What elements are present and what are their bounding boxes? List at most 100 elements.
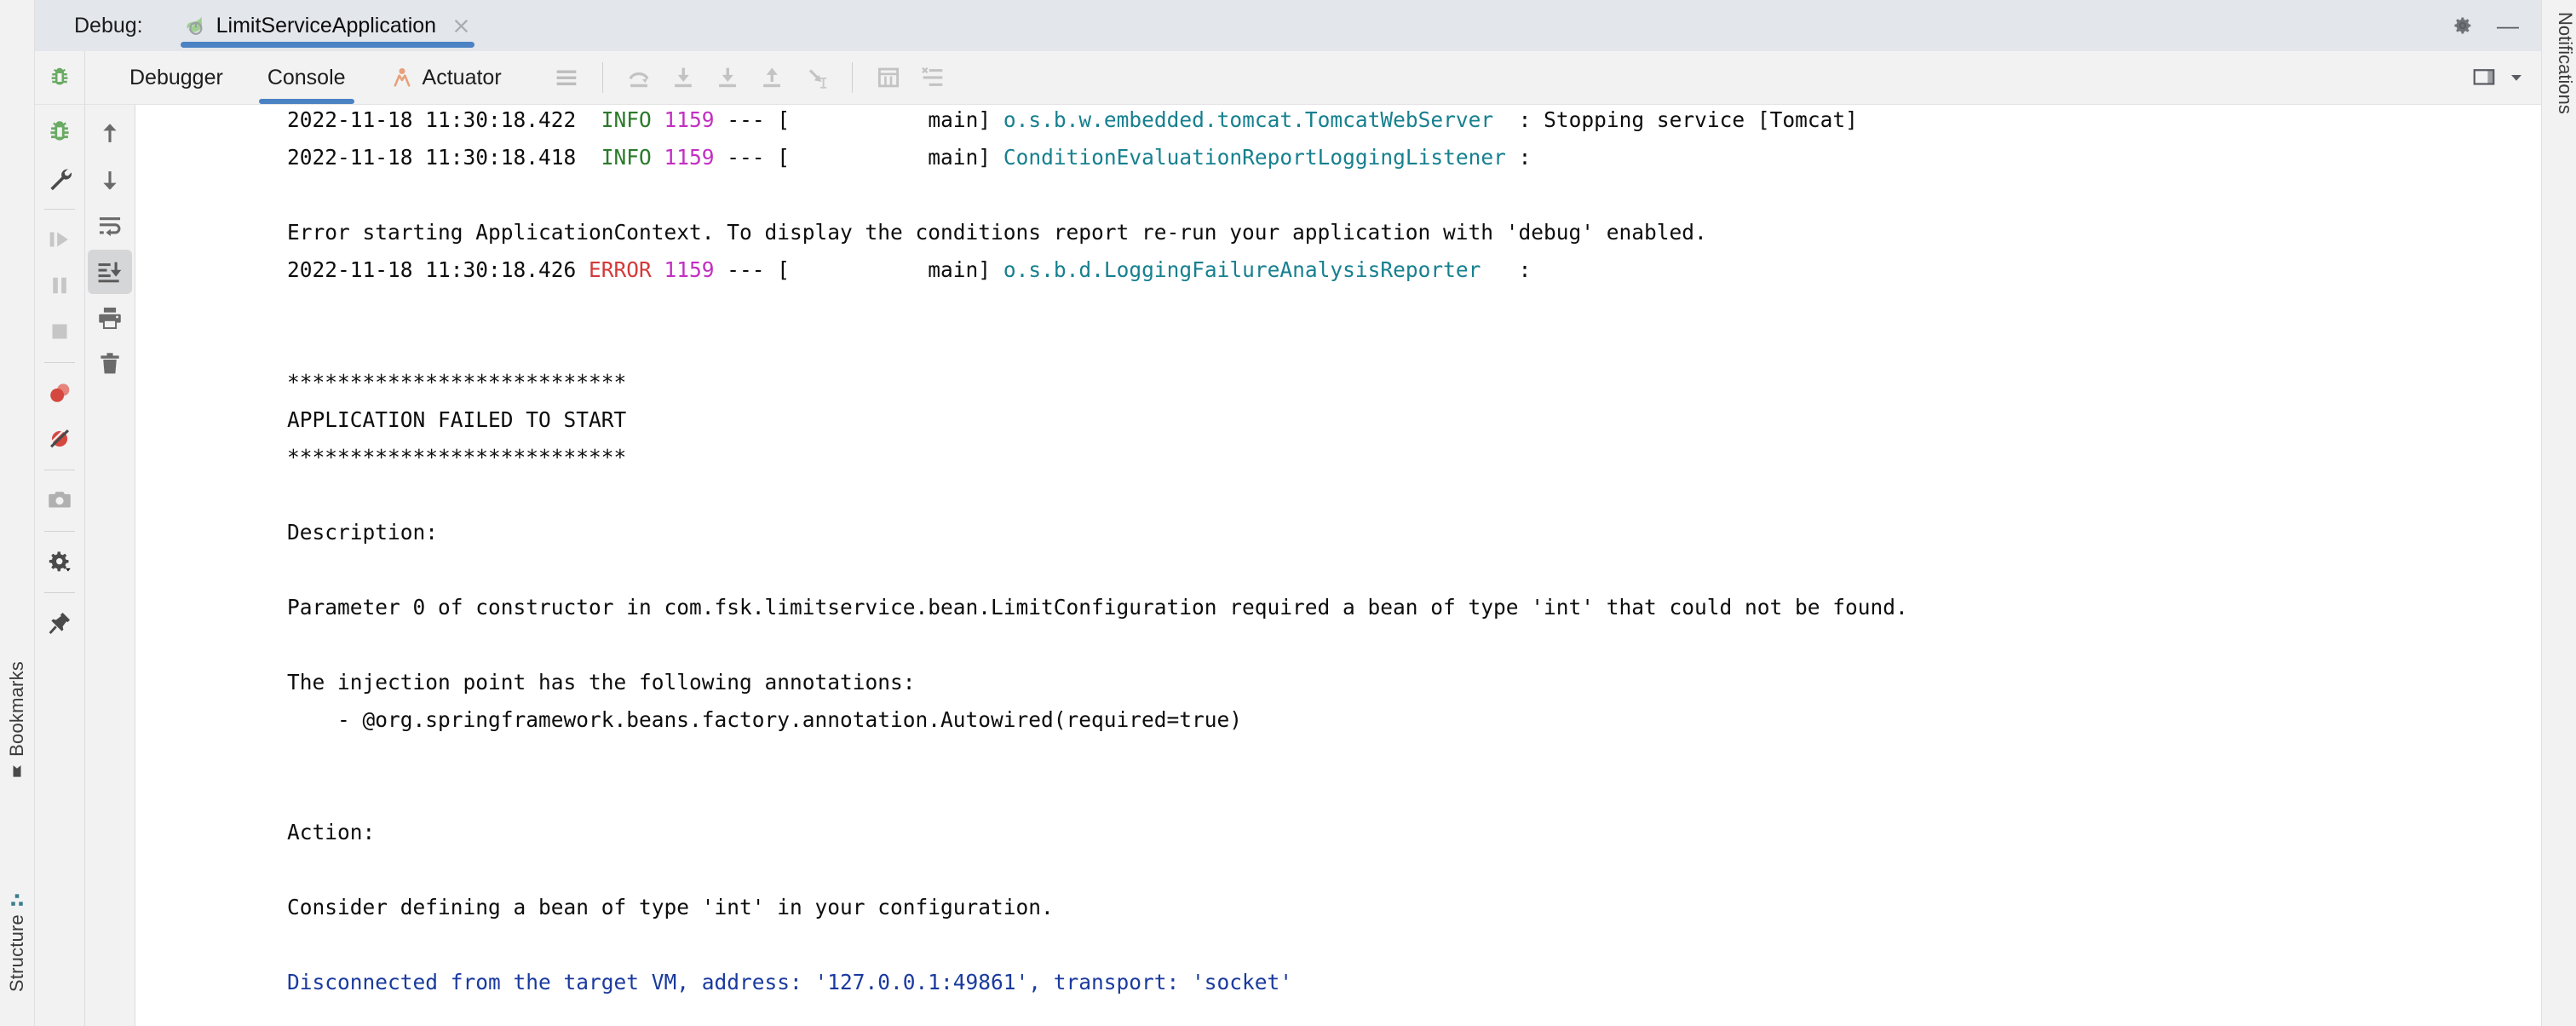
tab-debugger[interactable]: Debugger [111,51,242,104]
stripe-label-structure: Structure [6,914,27,992]
settings-gear-icon[interactable] [37,539,82,584]
tool-window-tabs: Debugger Console Actuator [85,51,520,104]
close-tab-icon[interactable]: × [451,14,471,37]
console-segment: 1159 [664,107,715,132]
console-segment: INFO [576,107,664,132]
frames-settings-icon [911,55,955,100]
console-segment: 22 [550,107,577,132]
structure-icon [9,892,25,908]
console-segment: - @org.springframework.beans.factory.ann… [287,707,1243,732]
run-configuration-tab[interactable]: LimitServiceApplication × [169,0,486,51]
stepping-toolbar [544,55,955,100]
view-breakpoints-icon[interactable] [37,371,82,415]
console-area: 2022-11-18 11:30:18.422 INFO 1159 --- [ … [35,105,2541,1026]
console-segment: 2022-11-18 11:30:18.418 [287,145,577,170]
console-segment: --- [ main] [714,107,1003,132]
stripe-label-bookmarks: Bookmarks [6,661,27,757]
scroll-to-end-icon[interactable] [88,250,132,294]
console-log-text: 2022-11-18 11:30:18.422 INFO 1159 --- [ … [135,105,2541,1026]
camera-icon[interactable] [37,478,82,522]
settings-gear-icon[interactable] [2451,14,2475,37]
print-icon[interactable] [88,296,132,340]
console-segment: 1159 [664,257,715,282]
console-segment: o.s.b.d.LoggingFailureAnalysisReporter [1003,257,1481,282]
console-segment: INFO [576,145,664,170]
show-execution-point-icon[interactable] [544,55,589,100]
console-segment: : [1505,145,1532,170]
gutter-divider-2 [44,362,75,363]
console-line: Parameter 0 of constructor in com.fsk.li… [287,589,2541,626]
console-segment: --- [ main] [714,257,1003,282]
tab-actuator[interactable]: Actuator [371,51,520,104]
minimize-icon[interactable]: — [2497,14,2519,37]
chevron-down-icon[interactable] [2509,70,2524,85]
stop-icon [37,309,82,354]
wrench-icon[interactable] [37,156,82,200]
console-segment: : Stopping service [Tomcat] [1493,107,1858,132]
toolbar-divider-2 [851,62,853,93]
pause-program-icon [37,263,82,308]
console-segment: *************************** [287,445,627,470]
toolbar-divider [601,62,603,93]
debug-actions-gutter [35,105,85,1026]
force-step-into-icon [705,55,750,100]
console-segment: --- [ main] [714,145,1003,170]
run-configuration-name: LimitServiceApplication [216,13,437,37]
pin-tab-icon[interactable] [37,601,82,645]
spring-boot-icon [181,13,206,38]
gutter-divider-4 [44,531,75,532]
main-column: Debug: LimitServiceApplication × — Debug… [35,0,2541,1026]
mute-breakpoints-icon[interactable] [37,417,82,461]
clear-all-icon[interactable] [88,342,132,386]
bookmark-icon [9,764,25,779]
step-into-icon [661,55,705,100]
console-segment: The injection point has the following an… [287,670,916,695]
toolbar-left-gutter [35,51,85,104]
console-segment: Description: [287,520,439,545]
stripe-button-bookmarks[interactable]: Bookmarks [0,661,34,779]
console-segment: Parameter 0 of constructor in com.fsk.li… [287,595,1908,620]
actuator-icon [390,66,414,89]
stripe-button-notifications[interactable]: Notifications [2542,12,2576,114]
soft-wrap-icon[interactable] [88,204,132,248]
header-right-controls: — [2451,14,2541,37]
console-line[interactable]: Disconnected from the target VM, address… [287,964,2541,1001]
resume-program-icon [37,217,82,262]
debug-window-title: Debug: [74,13,143,37]
up-arrow-icon[interactable] [88,112,132,156]
console-segment: : [1481,257,1532,282]
console-line: Consider defining a bean of type 'int' i… [287,889,2541,926]
down-arrow-icon[interactable] [88,158,132,202]
tab-actuator-label: Actuator [422,65,502,89]
console-segment: Disconnected from the target VM, address… [287,970,1293,994]
evaluate-expression-icon [866,55,911,100]
debug-toolbar-row: Debugger Console Actuator [35,51,2541,105]
debug-icon[interactable] [37,110,82,154]
tab-console[interactable]: Console [249,51,365,104]
console-output[interactable]: 2022-11-18 11:30:18.422 INFO 1159 --- [ … [135,105,2541,1026]
console-segment: Error starting ApplicationContext. To di… [287,220,1707,245]
console-line: 2022-11-18 11:30:18.426 ERROR 1159 --- [… [287,251,2541,289]
console-segment: 2022-11-18 11:30:18.426 [287,257,577,282]
console-segment: o.s.b.w.embedded.tomcat.TomcatWebServer [1003,107,1494,132]
stripe-button-structure[interactable]: Structure [0,892,34,992]
step-over-icon [617,55,661,100]
console-segment: ERROR [576,257,664,282]
step-out-icon [750,55,794,100]
debug-window-header: Debug: LimitServiceApplication × — [35,0,2541,51]
console-line: - @org.springframework.beans.factory.ann… [287,701,2541,739]
console-line: Action: [287,814,2541,851]
console-line: Error starting ApplicationContext. To di… [287,214,2541,251]
console-segment: ConditionEvaluationReportLoggingListener [1003,145,1506,170]
layout-settings-icon[interactable] [2471,65,2497,90]
console-line: APPLICATION FAILED TO START [287,401,2541,439]
tab-debugger-label: Debugger [129,65,223,89]
